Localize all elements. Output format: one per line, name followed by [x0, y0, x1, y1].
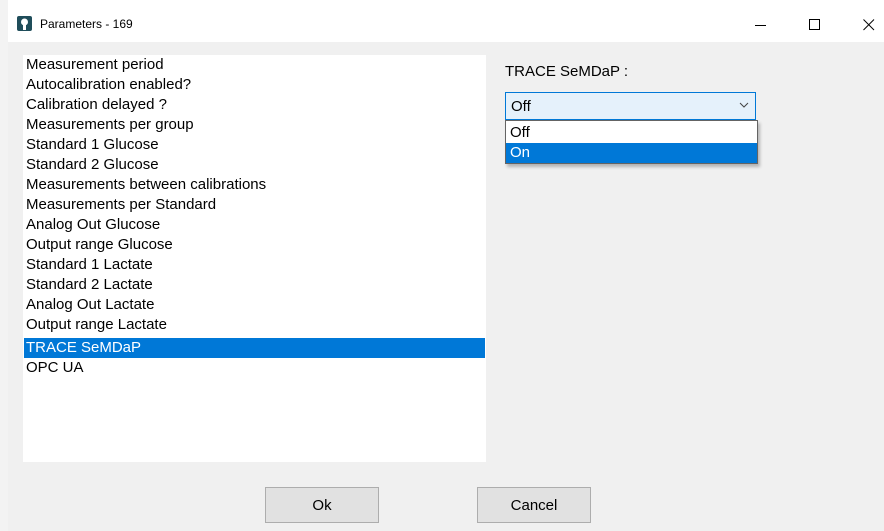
list-item[interactable]: Measurements between calibrations — [24, 175, 485, 195]
list-item[interactable]: Standard 2 Glucose — [24, 155, 485, 175]
title-bar: Parameters - 169 — [8, 0, 884, 42]
combobox-value: Off — [511, 98, 531, 115]
minimize-button[interactable] — [738, 9, 784, 41]
list-item[interactable]: Standard 1 Glucose — [24, 135, 485, 155]
chevron-down-icon — [739, 102, 749, 108]
parameter-list[interactable]: Measurement period Autocalibration enabl… — [23, 55, 486, 462]
maximize-icon — [809, 19, 820, 30]
minimize-icon — [755, 25, 766, 26]
list-item[interactable]: Autocalibration enabled? — [24, 75, 485, 95]
dropdown-option-off[interactable]: Off — [506, 123, 757, 143]
list-item[interactable]: Measurements per group — [24, 115, 485, 135]
combobox-dropdown: Off On — [505, 120, 758, 164]
parameters-dialog: Parameters - 169 Measurement period Auto… — [8, 0, 884, 531]
list-item[interactable]: Standard 1 Lactate — [24, 255, 485, 275]
list-item[interactable]: Measurement period — [24, 55, 485, 75]
list-item[interactable]: Standard 2 Lactate — [24, 275, 485, 295]
list-item[interactable]: Analog Out Lactate — [24, 295, 485, 315]
list-item[interactable]: Measurements per Standard — [24, 195, 485, 215]
value-combobox[interactable]: Off — [505, 92, 756, 120]
maximize-button[interactable] — [792, 9, 838, 41]
list-item[interactable]: Output range Lactate — [24, 315, 485, 335]
list-item-selected[interactable]: TRACE SeMDaP — [24, 338, 485, 358]
parameter-label: TRACE SeMDaP : — [505, 63, 629, 80]
ok-button[interactable]: Ok — [265, 487, 379, 523]
cancel-button[interactable]: Cancel — [477, 487, 591, 523]
list-item[interactable]: Output range Glucose — [24, 235, 485, 255]
list-item[interactable]: OPC UA — [24, 358, 485, 378]
list-item[interactable]: Calibration delayed ? — [24, 95, 485, 115]
window-title: Parameters - 169 — [40, 17, 133, 31]
close-icon — [863, 19, 875, 31]
list-item[interactable]: Analog Out Glucose — [24, 215, 485, 235]
close-button[interactable] — [846, 9, 884, 41]
app-icon — [17, 16, 32, 31]
dropdown-option-on[interactable]: On — [506, 143, 757, 163]
